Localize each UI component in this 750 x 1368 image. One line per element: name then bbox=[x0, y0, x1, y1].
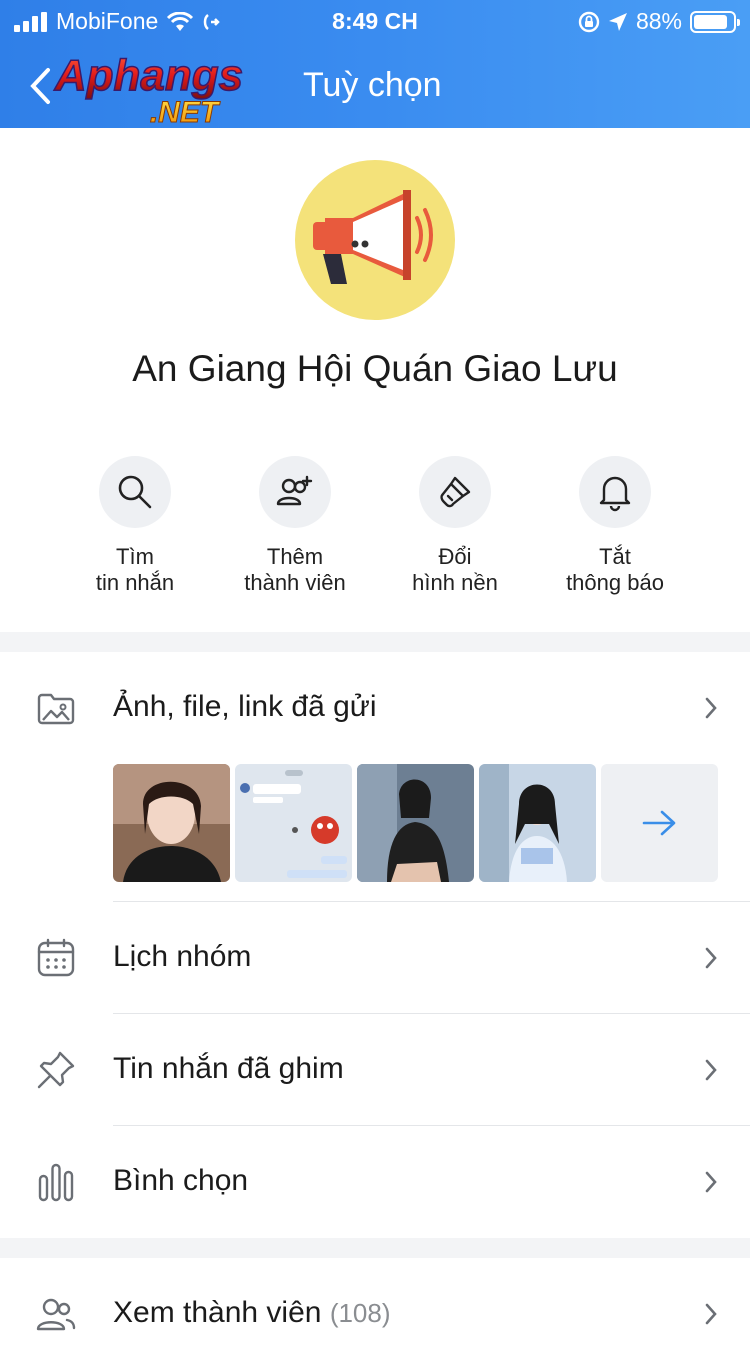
media-thumbnail-photo[interactable] bbox=[113, 764, 230, 882]
svg-text:Aphangs: Aphangs bbox=[54, 52, 243, 100]
chevron-right-icon bbox=[705, 1303, 717, 1325]
image-folder-icon bbox=[37, 693, 75, 725]
search-messages-button[interactable]: Tìm tin nhắn bbox=[55, 456, 215, 596]
rotation-lock-icon bbox=[578, 11, 600, 32]
add-member-button[interactable]: Thêm thành viên bbox=[215, 456, 375, 596]
poll-icon bbox=[38, 1163, 74, 1202]
view-members-text: Xem thành viên bbox=[113, 1296, 322, 1329]
calendar-icon bbox=[37, 938, 75, 977]
paint-brush-icon bbox=[440, 476, 471, 508]
media-thumbnail-photo[interactable] bbox=[357, 764, 474, 882]
action-circle bbox=[419, 456, 491, 528]
arrow-right-icon bbox=[642, 810, 675, 836]
action-label: hình nền bbox=[412, 570, 498, 595]
media-files-row[interactable]: Ảnh, file, link đã gửi bbox=[0, 652, 750, 762]
media-files-label: Ảnh, file, link đã gửi bbox=[113, 690, 377, 723]
page-title: Tuỳ chọn bbox=[303, 66, 442, 104]
member-count: (108) bbox=[329, 1298, 391, 1328]
pinned-messages-row[interactable]: Tin nhắn đã ghim bbox=[0, 1014, 750, 1124]
photo-thumbnail bbox=[113, 764, 230, 882]
megaphone-icon bbox=[313, 190, 433, 284]
quick-actions: Tìm tin nhắn Thêm thành viên Đổi hình nền bbox=[0, 456, 750, 606]
poll-label: Bình chọn bbox=[113, 1164, 249, 1197]
action-label: Tắt bbox=[599, 544, 631, 569]
navbar: Aphangs .NET Tuỳ chọn bbox=[0, 48, 750, 126]
header: MobiFone 8:49 CH 88% Aphangs .NET Tuỳ ch… bbox=[0, 0, 750, 128]
mute-notifications-button[interactable]: Tắt thông báo bbox=[535, 456, 695, 596]
media-thumbnail-screenshot[interactable] bbox=[235, 764, 352, 882]
search-icon bbox=[118, 475, 152, 509]
pinned-messages-label: Tin nhắn đã ghim bbox=[113, 1052, 344, 1085]
action-circle bbox=[99, 456, 171, 528]
chevron-right-icon bbox=[705, 697, 717, 719]
view-members-label: Xem thành viên (108) bbox=[113, 1296, 391, 1330]
action-label: thông báo bbox=[566, 570, 664, 595]
battery-percent: 88% bbox=[635, 8, 682, 34]
section-separator bbox=[0, 1238, 750, 1258]
change-background-button[interactable]: Đổi hình nền bbox=[375, 456, 535, 596]
members-icon bbox=[36, 1298, 76, 1331]
pin-icon bbox=[37, 1051, 75, 1089]
group-avatar[interactable] bbox=[295, 160, 455, 320]
poll-row[interactable]: Bình chọn bbox=[0, 1126, 750, 1236]
group-name: An Giang Hội Quán Giao Lưu bbox=[132, 348, 618, 389]
action-label: Thêm bbox=[266, 544, 324, 569]
add-member-icon bbox=[276, 475, 313, 506]
chat-screenshot-thumbnail bbox=[235, 764, 352, 882]
action-label: tin nhắn bbox=[95, 570, 175, 595]
bell-icon bbox=[599, 476, 631, 512]
action-label: thành viên bbox=[244, 570, 346, 595]
section-separator bbox=[0, 632, 750, 652]
action-label: Đổi bbox=[438, 544, 472, 569]
chevron-right-icon bbox=[705, 947, 717, 969]
chevron-right-icon bbox=[705, 1059, 717, 1081]
group-calendar-label: Lịch nhóm bbox=[113, 940, 252, 973]
group-calendar-row[interactable]: Lịch nhóm bbox=[0, 902, 750, 1012]
view-members-row[interactable]: Xem thành viên (108) bbox=[0, 1258, 750, 1368]
action-circle bbox=[579, 456, 651, 528]
media-more-button[interactable] bbox=[601, 764, 718, 882]
media-thumbnail-photo[interactable] bbox=[479, 764, 596, 882]
battery-icon bbox=[690, 10, 740, 33]
svg-text:.NET: .NET bbox=[150, 96, 221, 126]
watermark-logo: Aphangs .NET bbox=[53, 52, 244, 126]
action-label: Tìm bbox=[116, 544, 154, 569]
photo-thumbnail bbox=[479, 764, 596, 882]
photo-thumbnail bbox=[357, 764, 474, 882]
action-circle bbox=[259, 456, 331, 528]
location-icon bbox=[608, 12, 627, 31]
chevron-right-icon bbox=[705, 1171, 717, 1193]
status-bar: MobiFone 8:49 CH 88% bbox=[0, 0, 750, 40]
